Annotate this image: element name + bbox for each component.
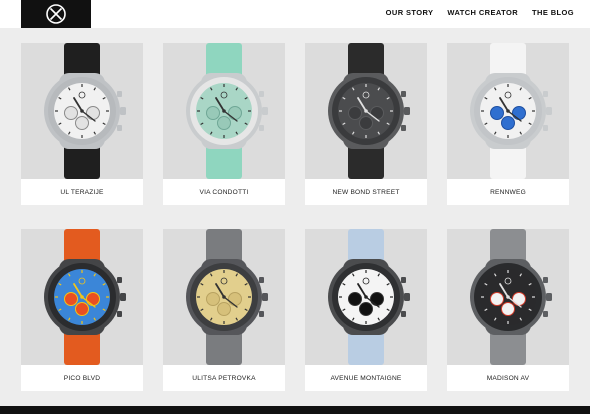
brand-logo[interactable] [21, 0, 91, 28]
watch-illustration [163, 43, 285, 179]
watch-card[interactable]: UL TERAZIJE [21, 43, 143, 205]
watch-card[interactable]: NEW BOND STREET [305, 43, 427, 205]
nav-our-story[interactable]: OUR STORY [386, 8, 434, 17]
watch-image [305, 43, 427, 179]
watch-card[interactable]: MADISON AV [447, 229, 569, 391]
watch-image [163, 43, 285, 179]
watch-image [21, 229, 143, 365]
watch-illustration [447, 229, 569, 365]
watch-name: ULITSA PETROVKA [192, 374, 256, 382]
main-nav: OUR STORY WATCH CREATOR THE BLOG [386, 8, 574, 17]
watch-name: VIA CONDOTTI [199, 188, 249, 196]
watch-grid: UL TERAZIJE VIA CONDOTTI NEW BOND STREET… [21, 43, 570, 391]
watch-illustration [447, 43, 569, 179]
watch-name: RENNWEG [490, 188, 526, 196]
watch-name: PICO BLVD [63, 374, 101, 382]
watch-name: AVENUE MONTAIGNE [330, 374, 402, 382]
watch-card[interactable]: VIA CONDOTTI [163, 43, 285, 205]
watch-illustration [305, 229, 427, 365]
watch-illustration [305, 43, 427, 179]
nav-watch-creator[interactable]: WATCH CREATOR [447, 8, 518, 17]
watch-image [305, 229, 427, 365]
watch-card[interactable]: AVENUE MONTAIGNE [305, 229, 427, 391]
watch-name: MADISON AV [486, 374, 530, 382]
watch-image [447, 43, 569, 179]
watch-card[interactable]: PICO BLVD [21, 229, 143, 391]
watch-name: UL TERAZIJE [60, 188, 104, 196]
footer-bar [0, 406, 590, 414]
watch-image [163, 229, 285, 365]
watch-card[interactable]: ULITSA PETROVKA [163, 229, 285, 391]
watch-image [447, 229, 569, 365]
watch-name: NEW BOND STREET [332, 188, 400, 196]
watch-card[interactable]: RENNWEG [447, 43, 569, 205]
watch-illustration [163, 229, 285, 365]
watch-image [21, 43, 143, 179]
nav-the-blog[interactable]: THE BLOG [532, 8, 574, 17]
x-circle-logo-icon [46, 4, 66, 24]
watch-illustration [21, 229, 143, 365]
top-bar: OUR STORY WATCH CREATOR THE BLOG [0, 0, 590, 28]
watch-illustration [21, 43, 143, 179]
